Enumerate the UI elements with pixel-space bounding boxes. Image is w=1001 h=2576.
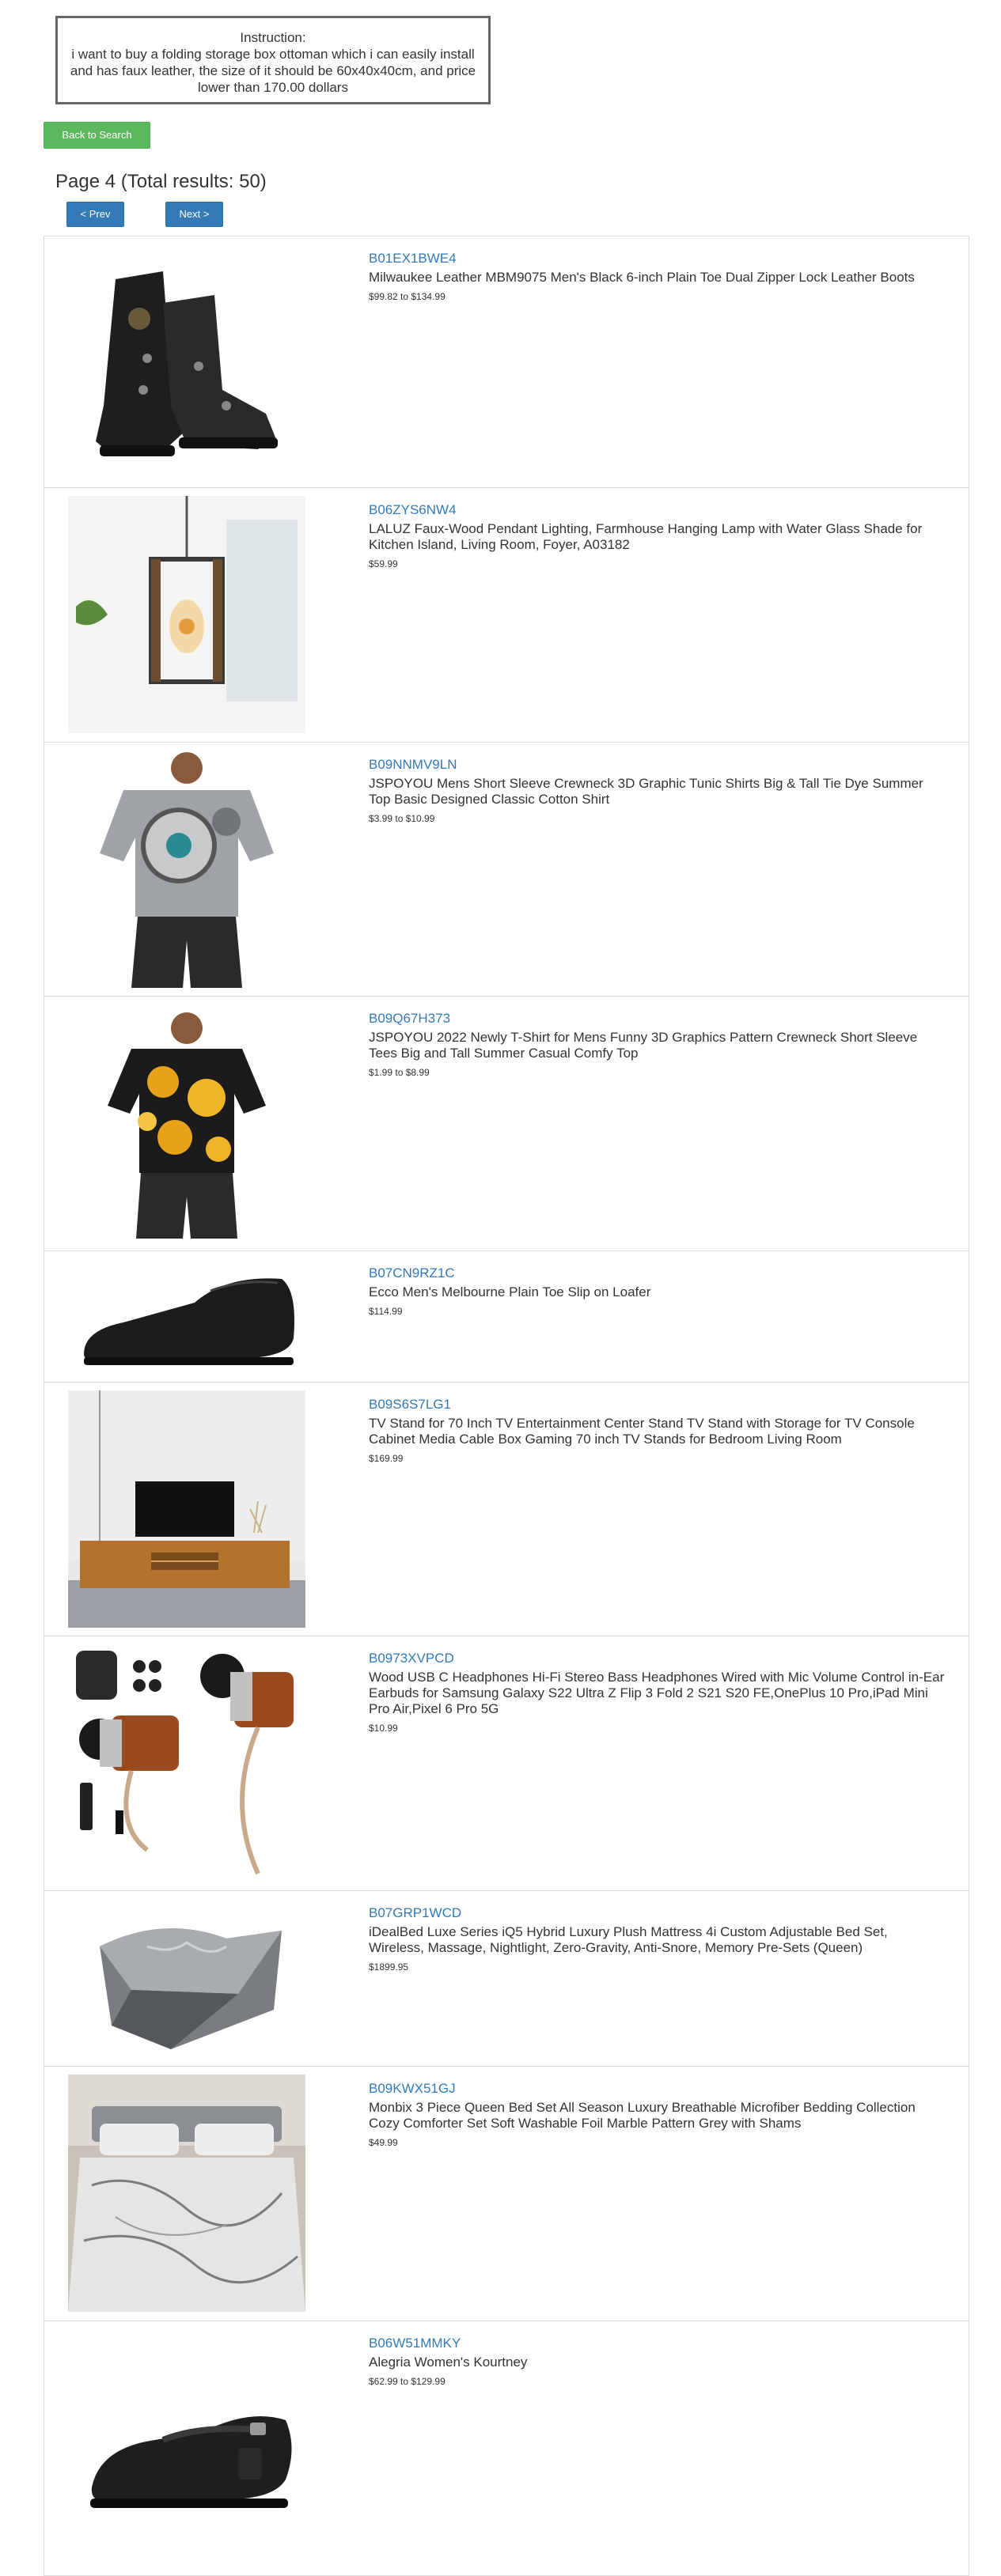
product-info: B07CN9RZ1C Ecco Men's Melbourne Plain To…	[369, 1265, 946, 1318]
product-asin-link[interactable]: B09Q67H373	[369, 1010, 946, 1027]
product-price: $114.99	[369, 1306, 403, 1317]
result-item: B07GRP1WCD iDealBed Luxe Series iQ5 Hybr…	[44, 1890, 969, 2066]
next-page-button[interactable]: Next >	[165, 202, 223, 227]
product-price: $62.99 to $129.99	[369, 2376, 446, 2387]
product-title: TV Stand for 70 Inch TV Entertainment Ce…	[369, 1416, 915, 1447]
result-item: B06ZYS6NW4 LALUZ Faux-Wood Pendant Light…	[44, 487, 969, 742]
mattress-icon	[68, 1899, 305, 2057]
result-item: B06W51MMKY Alegria Women's Kourtney $62.…	[44, 2321, 969, 2576]
instruction-heading: Instruction:	[240, 30, 306, 45]
product-info: B09NNMV9LN JSPOYOU Mens Short Sleeve Cre…	[369, 756, 946, 825]
page-title: Page 4 (Total results: 50)	[55, 171, 267, 192]
earbuds-icon	[68, 1644, 305, 1882]
product-title: Alegria Women's Kourtney	[369, 2355, 528, 2370]
product-image-baroque-shirt[interactable]	[68, 1011, 305, 1239]
tv-stand-icon	[68, 1390, 305, 1628]
pendant-lamp-icon	[68, 496, 305, 733]
result-item: B0973XVPCD Wood USB C Headphones Hi-Fi S…	[44, 1636, 969, 1890]
product-asin-link[interactable]: B01EX1BWE4	[369, 250, 946, 267]
product-asin-link[interactable]: B06W51MMKY	[369, 2335, 946, 2352]
results-list: B01EX1BWE4 Milwaukee Leather MBM9075 Men…	[44, 236, 969, 2576]
product-price: $169.99	[369, 1453, 404, 1464]
product-info: B0973XVPCD Wood USB C Headphones Hi-Fi S…	[369, 1650, 946, 1734]
product-image-loafer[interactable]	[68, 1259, 305, 1375]
product-asin-link[interactable]: B09S6S7LG1	[369, 1396, 946, 1413]
result-item: B09S6S7LG1 TV Stand for 70 Inch TV Enter…	[44, 1382, 969, 1636]
product-info: B06ZYS6NW4 LALUZ Faux-Wood Pendant Light…	[369, 501, 946, 570]
product-price: $3.99 to $10.99	[369, 813, 435, 824]
product-info: B09S6S7LG1 TV Stand for 70 Inch TV Enter…	[369, 1396, 946, 1465]
prev-page-button[interactable]: < Prev	[66, 202, 124, 227]
instruction-box: Instruction: i want to buy a folding sto…	[55, 16, 491, 104]
product-price: $99.82 to $134.99	[369, 291, 446, 302]
product-title: JSPOYOU Mens Short Sleeve Crewneck 3D Gr…	[369, 776, 923, 807]
product-price: $59.99	[369, 558, 398, 569]
back-to-search-button[interactable]: Back to Search	[44, 122, 150, 149]
product-image-gear-shirt[interactable]	[68, 751, 305, 988]
product-info: B09Q67H373 JSPOYOU 2022 Newly T-Shirt fo…	[369, 1010, 946, 1079]
product-asin-link[interactable]: B0973XVPCD	[369, 1650, 946, 1667]
product-info: B07GRP1WCD iDealBed Luxe Series iQ5 Hybr…	[369, 1905, 946, 1973]
bedding-icon	[68, 2075, 305, 2312]
product-info: B06W51MMKY Alegria Women's Kourtney $62.…	[369, 2335, 946, 2388]
gear-shirt-icon	[68, 751, 305, 988]
product-title: LALUZ Faux-Wood Pendant Lighting, Farmho…	[369, 521, 923, 552]
product-title: Monbix 3 Piece Queen Bed Set All Season …	[369, 2100, 916, 2131]
product-image-earbuds[interactable]	[68, 1644, 305, 1882]
product-title: iDealBed Luxe Series iQ5 Hybrid Luxury P…	[369, 1924, 888, 1955]
product-info: B01EX1BWE4 Milwaukee Leather MBM9075 Men…	[369, 250, 946, 303]
product-title: JSPOYOU 2022 Newly T-Shirt for Mens Funn…	[369, 1030, 918, 1061]
product-price: $49.99	[369, 2137, 398, 2148]
product-asin-link[interactable]: B06ZYS6NW4	[369, 501, 946, 519]
product-asin-link[interactable]: B09KWX51GJ	[369, 2080, 946, 2097]
product-asin-link[interactable]: B09NNMV9LN	[369, 756, 946, 774]
product-price: $1.99 to $8.99	[369, 1067, 430, 1078]
product-image-mary-jane-shoe[interactable]	[68, 2329, 305, 2567]
product-title: Wood USB C Headphones Hi-Fi Stereo Bass …	[369, 1670, 945, 1716]
result-item: B07CN9RZ1C Ecco Men's Melbourne Plain To…	[44, 1250, 969, 1382]
product-image-boot[interactable]	[68, 248, 305, 477]
product-price: $10.99	[369, 1723, 398, 1734]
product-asin-link[interactable]: B07GRP1WCD	[369, 1905, 946, 1922]
product-title: Milwaukee Leather MBM9075 Men's Black 6-…	[369, 270, 915, 285]
baroque-shirt-icon	[68, 1011, 305, 1239]
result-item: B01EX1BWE4 Milwaukee Leather MBM9075 Men…	[44, 236, 969, 487]
product-image-mattress[interactable]	[68, 1899, 305, 2057]
loafer-icon	[68, 1259, 305, 1375]
result-item: B09KWX51GJ Monbix 3 Piece Queen Bed Set …	[44, 2066, 969, 2321]
result-item: B09NNMV9LN JSPOYOU Mens Short Sleeve Cre…	[44, 742, 969, 996]
boot-icon	[68, 248, 305, 477]
product-asin-link[interactable]: B07CN9RZ1C	[369, 1265, 946, 1282]
product-info: B09KWX51GJ Monbix 3 Piece Queen Bed Set …	[369, 2080, 946, 2149]
product-title: Ecco Men's Melbourne Plain Toe Slip on L…	[369, 1284, 651, 1299]
product-image-pendant-lamp[interactable]	[68, 496, 305, 733]
product-image-tv-stand[interactable]	[68, 1390, 305, 1628]
product-price: $1899.95	[369, 1961, 409, 1973]
result-item: B09Q67H373 JSPOYOU 2022 Newly T-Shirt fo…	[44, 996, 969, 1250]
product-image-bedding[interactable]	[68, 2075, 305, 2312]
instruction-text: i want to buy a folding storage box otto…	[70, 47, 476, 95]
mary-jane-shoe-icon	[68, 2329, 305, 2567]
